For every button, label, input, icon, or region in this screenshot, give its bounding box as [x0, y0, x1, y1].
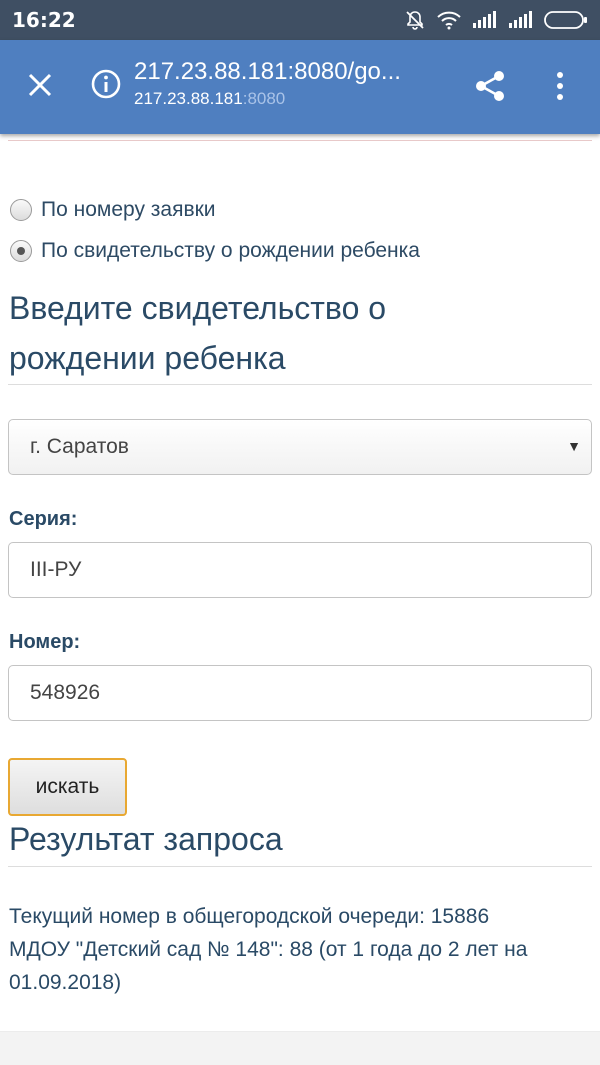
series-input-value: III-РУ	[30, 558, 82, 581]
more-menu-button[interactable]	[542, 68, 578, 108]
url-title: 217.23.88.181:8080/go...	[134, 58, 401, 85]
footer-background	[0, 1031, 600, 1065]
close-icon	[27, 72, 53, 103]
signal-icon	[508, 11, 534, 29]
radio-label: По свидетельству о рождении ребенка	[41, 239, 420, 262]
close-button[interactable]	[20, 67, 60, 107]
radio-by-birth-certificate[interactable]: По свидетельству о рождении ребенка	[10, 239, 420, 263]
more-vert-icon	[555, 71, 565, 106]
form-heading: Введите свидетельство о рождении ребенка	[9, 283, 386, 383]
status-icons	[404, 9, 588, 31]
number-input[interactable]: 548926	[8, 665, 592, 721]
status-bar: 16:22	[0, 0, 600, 40]
radio-button-checked[interactable]	[10, 240, 32, 262]
city-select-value: г. Саратов	[30, 435, 129, 458]
city-select[interactable]: г. Саратов ▼	[8, 419, 592, 475]
url-port: :8080	[242, 89, 286, 108]
share-button[interactable]	[470, 68, 510, 108]
number-input-value: 548926	[30, 681, 101, 704]
series-label: Серия:	[9, 508, 78, 530]
form-heading-line2: рождении ребенка	[9, 340, 286, 376]
page-content: По номеру заявки По свидетельству о рожд…	[0, 134, 600, 1065]
battery-icon	[544, 10, 588, 30]
search-button[interactable]: искать	[8, 758, 127, 816]
url-display[interactable]: 217.23.88.181:8080/go... 217.23.88.181:8…	[134, 58, 444, 109]
info-icon	[90, 68, 122, 105]
number-label: Номер:	[9, 631, 81, 653]
result-divider	[8, 866, 592, 867]
form-heading-line1: Введите свидетельство о	[9, 290, 387, 326]
status-time: 16:22	[12, 8, 76, 32]
dropdown-arrow-icon: ▼	[567, 438, 581, 454]
result-kindergarten-position: МДОУ "Детский сад № 148": 88 (от 1 года …	[9, 938, 528, 994]
result-queue-number: Текущий номер в общегородской очереди: 1…	[9, 905, 490, 928]
result-text: Текущий номер в общегородской очереди: 1…	[9, 900, 593, 999]
top-divider	[8, 140, 592, 141]
url-host-line: 217.23.88.181:8080	[134, 89, 444, 109]
radio-label: По номеру заявки	[41, 198, 216, 221]
wifi-icon	[436, 10, 462, 30]
muted-bell-icon	[404, 9, 426, 31]
url-host: 217.23.88.181	[134, 89, 243, 108]
series-input[interactable]: III-РУ	[8, 542, 592, 598]
site-info-button[interactable]	[88, 68, 124, 104]
heading-divider	[8, 384, 592, 385]
signal-icon	[472, 11, 498, 29]
radio-by-application-number[interactable]: По номеру заявки	[10, 198, 216, 222]
result-heading: Результат запроса	[9, 821, 283, 857]
share-icon	[473, 69, 507, 108]
browser-toolbar: 217.23.88.181:8080/go... 217.23.88.181:8…	[0, 40, 600, 134]
radio-button[interactable]	[10, 199, 32, 221]
